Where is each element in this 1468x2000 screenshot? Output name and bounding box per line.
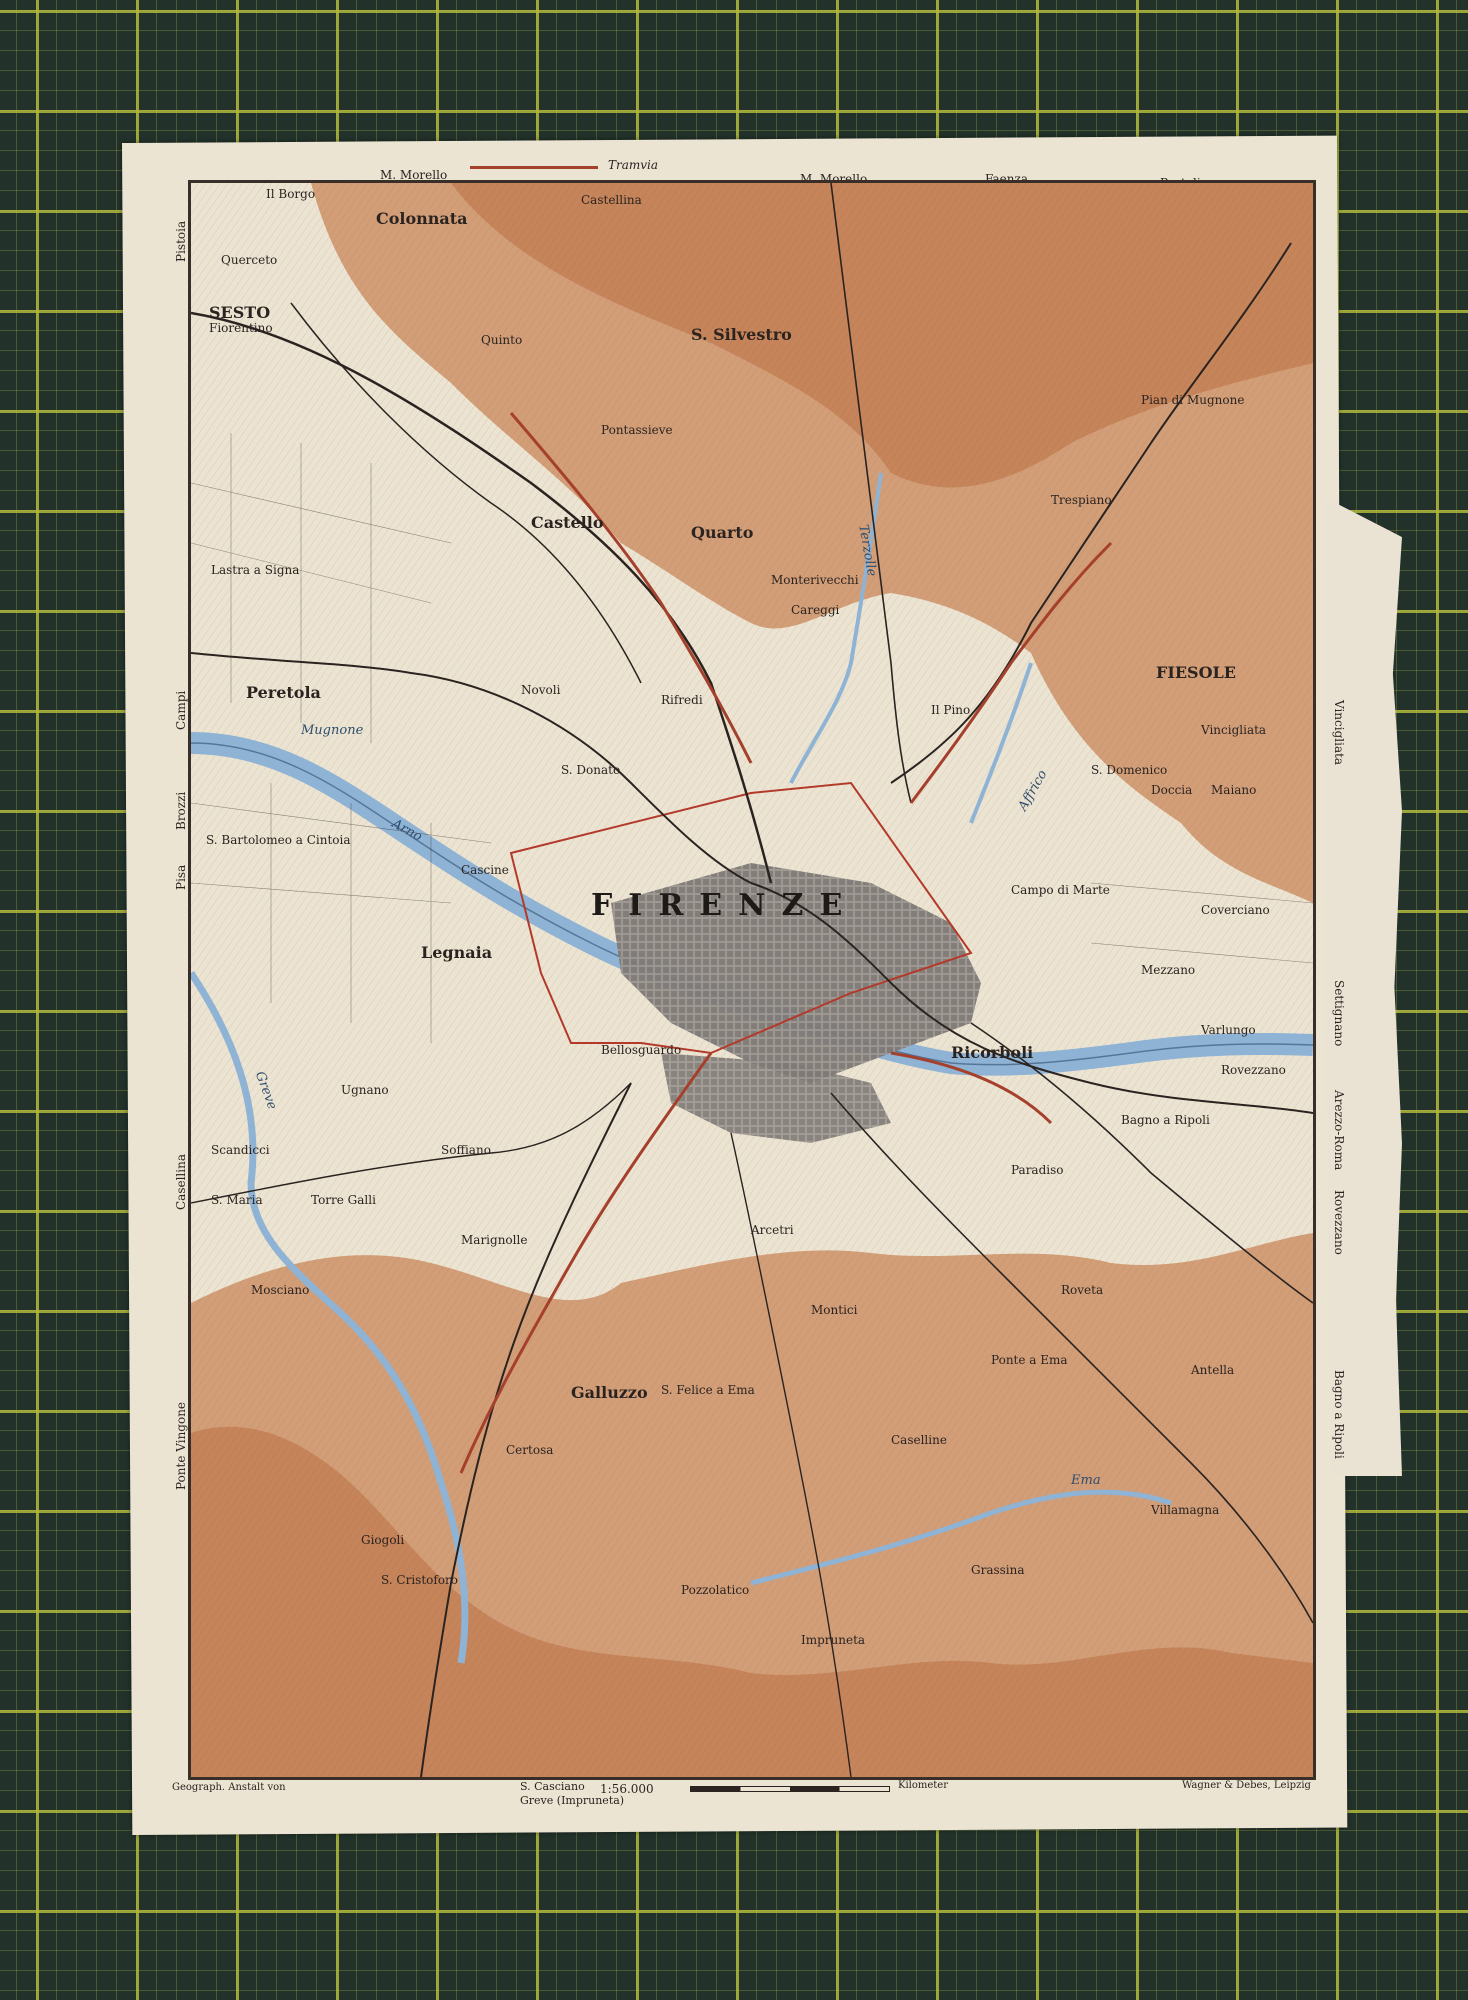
town-label-antella: Antella <box>1191 1363 1235 1377</box>
town-label-coverciano: Coverciano <box>1201 903 1270 917</box>
town-label-peretola: Peretola <box>246 683 321 702</box>
river-label-ema: Ema <box>1071 1473 1101 1488</box>
left-label-pistoia: Pistoia <box>174 220 188 262</box>
footer-scale-unit: Kilometer <box>898 1780 949 1791</box>
footer-road-s-casciano: S. Casciano <box>520 1780 585 1793</box>
town-label-querceto: Querceto <box>221 253 278 267</box>
town-label-ricorboli: Ricorboli <box>951 1043 1034 1062</box>
town-label-giogoli: Giogoli <box>361 1533 405 1547</box>
town-label-trespiano: Trespiano <box>1051 493 1112 507</box>
town-label-rifredi: Rifredi <box>661 693 703 707</box>
footer-publisher-right: Wagner & Debes, Leipzig <box>1182 1780 1311 1791</box>
town-label-legnaia: Legnaia <box>421 943 493 962</box>
town-label-soffiano: Soffiano <box>441 1143 491 1157</box>
town-label-s-cristoforo: S. Cristoforo <box>381 1573 459 1587</box>
right-label-vincigliata: Vincigliata <box>1332 700 1346 766</box>
town-label-arcetri: Arcetri <box>751 1223 794 1237</box>
footer-scale-ratio: 1:56.000 <box>600 1782 654 1796</box>
town-label-impruneta: Impruneta <box>801 1633 866 1647</box>
right-label-settignano: Settignano <box>1332 980 1346 1047</box>
town-label-bellosguardo: Bellosguardo <box>601 1043 682 1057</box>
town-label-fiesole: FIESOLE <box>1156 663 1236 682</box>
right-label-arezzo-roma: Arezzo-Roma <box>1332 1090 1346 1171</box>
town-label-s-bartolomeo: S. Bartolomeo a Cintoia <box>206 833 351 847</box>
town-label-paradiso: Paradiso <box>1011 1163 1064 1177</box>
town-label-galluzzo: Galluzzo <box>571 1383 648 1402</box>
town-label-mezzano: Mezzano <box>1141 963 1196 977</box>
left-label-ponte-vingone: Ponte Vingone <box>174 1401 188 1490</box>
footer-publisher-left: Geograph. Anstalt von <box>172 1782 286 1793</box>
town-label-torre-galli: Torre Galli <box>311 1193 376 1207</box>
town-label-villamagna: Villamagna <box>1151 1503 1220 1517</box>
town-label-ponte-a-ema: Ponte a Ema <box>991 1353 1068 1367</box>
town-label-ugnano: Ugnano <box>341 1083 389 1097</box>
scale-bar <box>690 1786 890 1792</box>
town-label-cascine: Cascine <box>461 863 509 877</box>
town-label-campo-di-marte: Campo di Marte <box>1011 883 1110 897</box>
town-label-marignolle: Marignolle <box>461 1233 528 1247</box>
town-label-s-maria: S. Maria <box>211 1193 263 1207</box>
town-label-pian-di-mugnone: Pian di Mugnone <box>1141 393 1245 407</box>
town-label-monterivecchi: Monterivecchi <box>771 573 859 587</box>
right-label-rovezzano: Rovezzano <box>1332 1190 1346 1255</box>
town-label-sesto: SESTO <box>209 303 271 322</box>
town-label-pontassieve: Pontassieve <box>601 423 673 437</box>
town-label-s-donato: S. Donato <box>561 763 621 777</box>
map-frame: FIRENZE Il Borgo Colonnata SESTO Fiorent… <box>188 180 1316 1780</box>
left-label-casellina: Casellina <box>174 1154 188 1210</box>
left-label-pisa: Pisa <box>174 864 188 890</box>
town-label-certosa: Certosa <box>506 1443 554 1457</box>
town-label-caselline: Caselline <box>891 1433 947 1447</box>
map-canvas <box>191 183 1313 1777</box>
town-label-montici: Montici <box>811 1303 858 1317</box>
town-label-grassina: Grassina <box>971 1563 1025 1577</box>
town-label-pozzolatico: Pozzolatico <box>681 1583 750 1597</box>
town-label-lastra-a-signa: Lastra a Signa <box>211 563 300 577</box>
town-label-quarto: Quarto <box>691 523 754 542</box>
town-label-il-pino: Il Pino <box>931 703 971 717</box>
town-label-bagno-a-ripoli: Bagno a Ripoli <box>1121 1113 1210 1127</box>
town-label-scandicci: Scandicci <box>211 1143 270 1157</box>
town-label-novoli: Novoli <box>521 683 561 697</box>
tramvia-legend-label: Tramvia <box>608 158 659 172</box>
town-label-castello: Castello <box>531 513 604 532</box>
town-label-fiorentino: Fiorentino <box>209 321 273 335</box>
town-label-colonnata: Colonnata <box>376 209 468 228</box>
town-label-il-borgo: Il Borgo <box>266 187 316 201</box>
town-label-rovezzano: Rovezzano <box>1221 1063 1286 1077</box>
town-label-s-felice-a-ema: S. Felice a Ema <box>661 1383 755 1397</box>
town-label-mosciano: Mosciano <box>251 1283 310 1297</box>
left-label-brozzi: Brozzi <box>174 791 188 830</box>
town-label-doccia: Doccia <box>1151 783 1193 797</box>
town-label-varlungo: Varlungo <box>1201 1023 1256 1037</box>
river-label-mugnone: Mugnone <box>301 723 364 738</box>
town-label-castellina: Castellina <box>581 193 642 207</box>
town-label-maiano: Maiano <box>1211 783 1257 797</box>
town-label-s-domenico: S. Domenico <box>1091 763 1168 777</box>
town-label-careggi: Careggi <box>791 603 840 617</box>
city-label-firenze: FIRENZE <box>591 888 859 923</box>
town-label-vincigliata: Vincigliata <box>1201 723 1267 737</box>
town-label-s-silvestro: S. Silvestro <box>691 325 792 344</box>
left-label-campi: Campi <box>174 690 188 730</box>
tramvia-legend-line <box>470 166 598 169</box>
town-label-roveta: Roveta <box>1061 1283 1104 1297</box>
town-label-quinto: Quinto <box>481 333 523 347</box>
right-label-bagno-a-ripoli: Bagno a Ripoli <box>1332 1370 1346 1459</box>
